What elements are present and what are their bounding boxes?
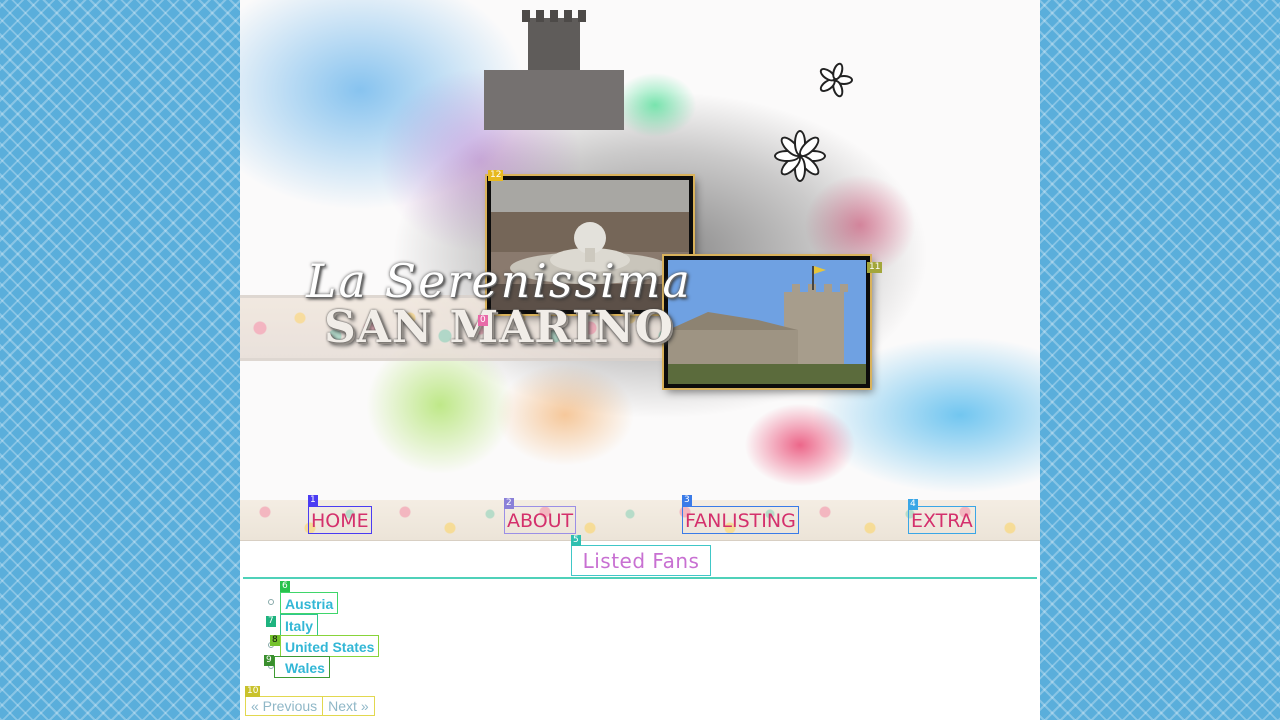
header-banner: La Serenissima SAN MARINO 12 0 11 — [240, 0, 1040, 500]
tag-4: 4 — [908, 499, 918, 510]
tag-8: 8 — [270, 635, 280, 646]
nav-extra[interactable]: EXTRA — [908, 506, 976, 534]
pink-splash — [740, 400, 860, 490]
tag-0: 0 — [478, 315, 488, 326]
tag-3: 3 — [682, 495, 692, 506]
tag-2: 2 — [504, 498, 514, 509]
listed-fans-heading[interactable]: Listed Fans — [571, 545, 711, 576]
nav-fanlisting[interactable]: FANLISTING — [682, 506, 799, 534]
page-container: La Serenissima SAN MARINO 12 0 11 HOME A… — [240, 0, 1040, 720]
nav-about[interactable]: ABOUT — [504, 506, 577, 534]
country-link-wales[interactable]: Wales — [274, 656, 330, 678]
nav-home[interactable]: HOME — [308, 506, 372, 534]
site-title: SAN MARINO — [324, 302, 674, 353]
previous-page-link[interactable]: « Previous — [246, 697, 322, 715]
list-bullet — [268, 599, 274, 605]
tag-9: 9 — [264, 655, 274, 666]
pagination: « Previous Next » — [245, 696, 375, 716]
tag-1: 1 — [308, 495, 318, 506]
castle-photo — [664, 256, 870, 388]
castle-battlement — [522, 10, 586, 22]
country-link-italy[interactable]: Italy — [280, 614, 319, 636]
tag-11: 11 — [867, 262, 883, 273]
divider — [243, 577, 1037, 579]
main-nav: HOME ABOUT FANLISTING EXTRA — [240, 500, 1040, 541]
tag-6: 6 — [280, 581, 290, 592]
next-page-link[interactable]: Next » — [322, 697, 373, 715]
tag-5: 5 — [571, 535, 581, 546]
country-link-united-states[interactable]: United States — [280, 635, 380, 657]
tag-12: 12 — [488, 170, 504, 181]
site-title-script: La Serenissima — [306, 254, 692, 308]
tag-7: 7 — [266, 616, 276, 627]
tag-10: 10 — [245, 686, 261, 697]
castle-wall — [484, 70, 624, 130]
country-link-austria[interactable]: Austria — [280, 592, 339, 614]
